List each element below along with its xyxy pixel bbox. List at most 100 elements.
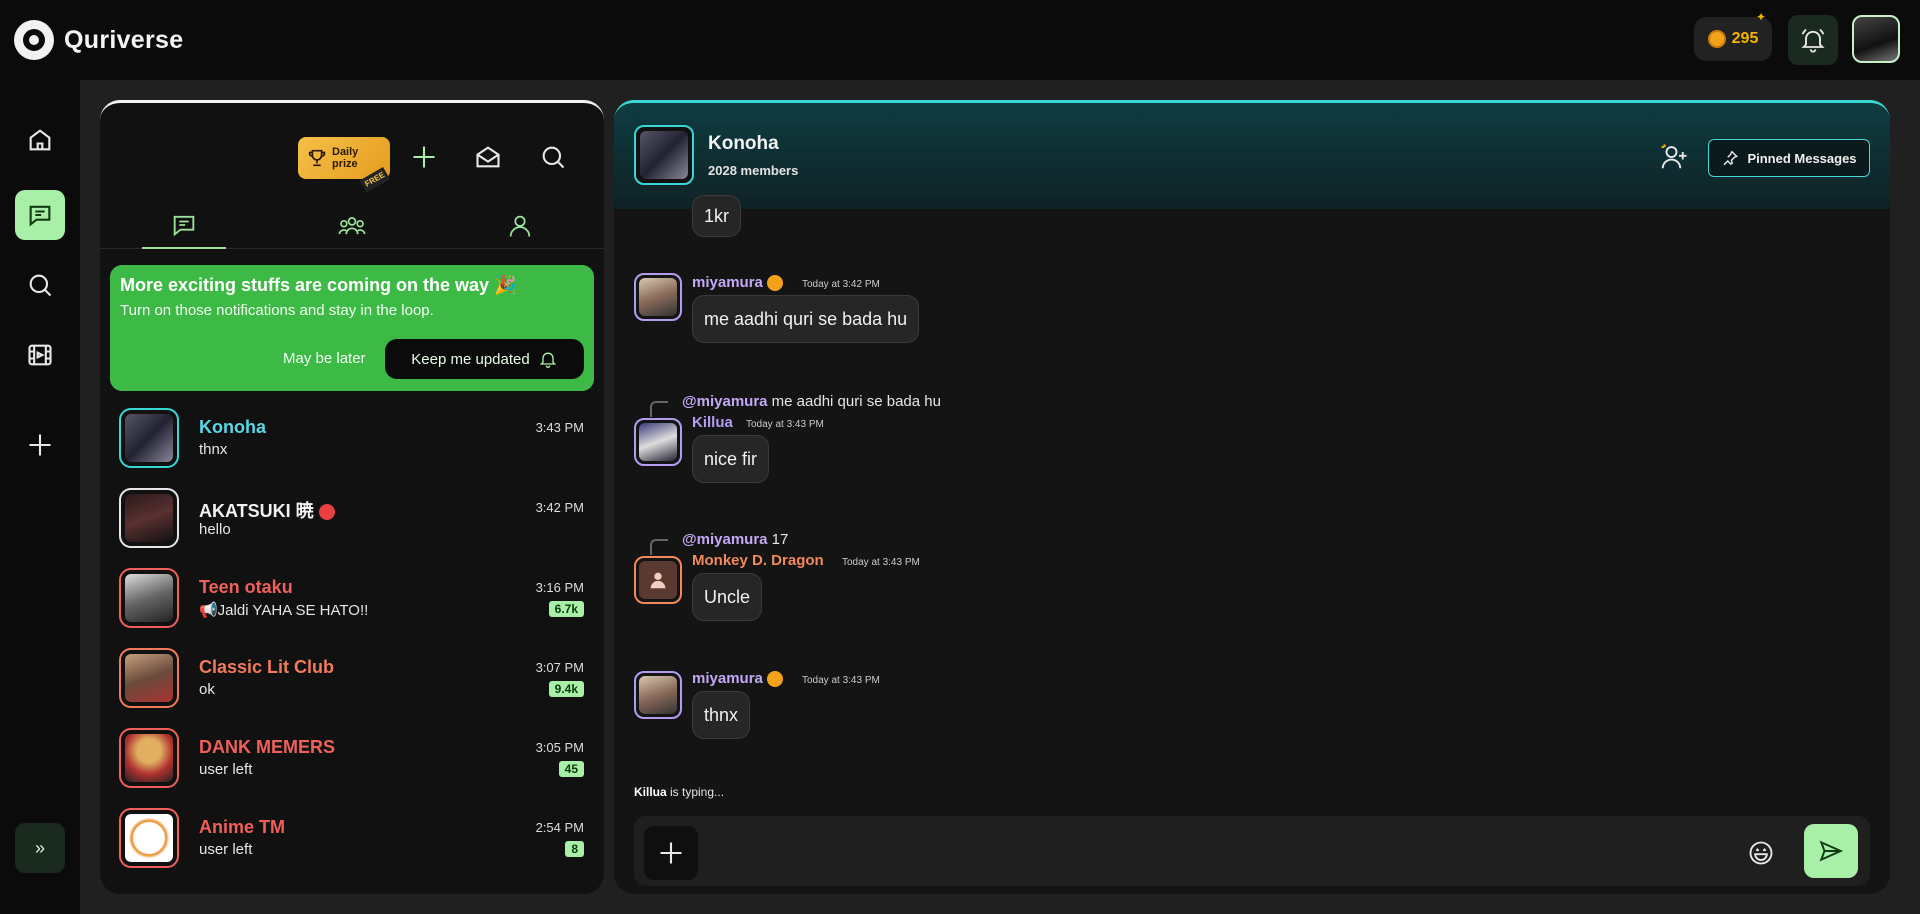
chat-time: 3:16 PM bbox=[535, 580, 584, 595]
left-nav-rail: » bbox=[0, 80, 80, 914]
unread-count-badge: 45 bbox=[558, 761, 584, 777]
message-username[interactable]: Monkey D. Dragon bbox=[692, 552, 824, 569]
emoji-button[interactable] bbox=[1746, 838, 1776, 868]
banner-subtitle: Turn on those notifications and stay in … bbox=[120, 302, 434, 319]
message-bubble: Uncle bbox=[692, 573, 763, 621]
pinned-messages-label: Pinned Messages bbox=[1747, 150, 1857, 166]
daily-prize-line2: prize bbox=[332, 158, 358, 170]
user-avatar[interactable] bbox=[634, 556, 682, 604]
chat-row-konoha[interactable]: Konoha thnx 3:43 PM bbox=[100, 399, 604, 479]
unread-count-badge: 6.7k bbox=[548, 601, 584, 617]
pin-icon bbox=[1723, 150, 1739, 166]
expand-sidebar-button[interactable]: » bbox=[15, 823, 65, 873]
chat-row-anime-tm[interactable]: Anime TM user left 2:54 PM 8 bbox=[100, 799, 604, 879]
inbox-button[interactable] bbox=[470, 139, 506, 175]
user-avatar[interactable] bbox=[634, 418, 682, 466]
chat-last-message: 📢Jaldi YAHA SE HATO!! bbox=[199, 602, 369, 619]
chat-row-classic-lit-club[interactable]: Classic Lit Club ok 3:07 PM 9.4k bbox=[100, 639, 604, 719]
chat-name: AKATSUKI 暁 bbox=[199, 497, 335, 523]
chat-row-dank-memers[interactable]: DANK MEMERS user left 3:05 PM 45 bbox=[100, 719, 604, 799]
coin-count: 295 bbox=[1731, 30, 1759, 47]
add-person-icon bbox=[1661, 144, 1687, 169]
chat-avatar bbox=[119, 488, 179, 548]
logo-icon bbox=[14, 20, 54, 60]
tab-people[interactable] bbox=[478, 203, 562, 249]
notifications-button[interactable] bbox=[1788, 15, 1838, 65]
message-username[interactable]: Killua bbox=[692, 414, 733, 431]
heart-eyes-emoji-icon bbox=[767, 275, 784, 292]
message-composer[interactable] bbox=[634, 816, 1870, 886]
free-tag: FREE bbox=[359, 166, 390, 193]
chat-last-message: thnx bbox=[199, 441, 228, 458]
group-title[interactable]: Konoha bbox=[708, 133, 779, 155]
reply-connector bbox=[650, 401, 668, 417]
chat-time: 3:42 PM bbox=[535, 500, 584, 515]
attach-button[interactable] bbox=[644, 826, 698, 880]
reply-connector bbox=[650, 539, 668, 555]
message-time: Today at 3:43 PM bbox=[842, 557, 920, 568]
pinned-messages-button[interactable]: Pinned Messages bbox=[1708, 139, 1870, 177]
emoji-icon bbox=[1749, 841, 1773, 865]
reply-preview[interactable]: @miyamura 17 bbox=[682, 531, 788, 548]
home-icon bbox=[29, 129, 51, 151]
chat-last-message: user left bbox=[199, 841, 253, 858]
chat-avatar bbox=[119, 408, 179, 468]
daily-prize-line1: Daily bbox=[332, 146, 359, 158]
home-button[interactable] bbox=[15, 115, 65, 165]
notification-banner: More exciting stuffs are coming on the w… bbox=[110, 265, 594, 391]
double-chevron-right-icon: » bbox=[34, 837, 45, 858]
user-avatar[interactable] bbox=[634, 671, 682, 719]
banner-title: More exciting stuffs are coming on the w… bbox=[120, 275, 517, 295]
search-button[interactable] bbox=[15, 260, 65, 310]
reply-preview[interactable]: @miyamura me aadhi quri se bada hu bbox=[682, 393, 941, 410]
top-bar: Quriverse 295 ✦ bbox=[0, 0, 1920, 80]
message-username[interactable]: miyamura bbox=[692, 670, 784, 688]
message-username[interactable]: miyamura bbox=[692, 274, 784, 292]
conversation-panel: Konoha 2028 members Pinned Messages 1kr … bbox=[614, 100, 1890, 894]
chat-name: Konoha bbox=[199, 417, 266, 437]
sparkle-icon: ✦ bbox=[1756, 10, 1767, 24]
new-chat-button[interactable] bbox=[406, 139, 442, 175]
chat-icon bbox=[173, 215, 195, 237]
maybe-later-button[interactable]: May be later bbox=[283, 350, 366, 367]
group-icon bbox=[338, 217, 366, 235]
app-name: Quriverse bbox=[64, 25, 184, 54]
send-button[interactable] bbox=[1804, 824, 1858, 878]
plus-icon bbox=[660, 842, 682, 864]
send-icon bbox=[1819, 840, 1844, 862]
chat-name: Teen otaku bbox=[199, 577, 293, 597]
message-time: Today at 3:42 PM bbox=[802, 279, 880, 290]
user-avatar[interactable] bbox=[634, 273, 682, 321]
plus-icon bbox=[413, 146, 435, 168]
daily-prize-button[interactable]: Daily prize FREE bbox=[298, 137, 390, 193]
coin-icon bbox=[1707, 30, 1726, 48]
chat-avatar bbox=[119, 648, 179, 708]
tab-chats[interactable] bbox=[142, 203, 226, 249]
create-button[interactable] bbox=[15, 420, 65, 470]
chat-time: 3:05 PM bbox=[535, 740, 584, 755]
tab-groups[interactable] bbox=[310, 203, 394, 249]
chat-last-message: hello bbox=[199, 521, 231, 538]
chat-name: Anime TM bbox=[199, 817, 286, 837]
search-icon bbox=[542, 146, 565, 169]
group-avatar[interactable] bbox=[634, 125, 694, 185]
chat-tabs bbox=[100, 203, 604, 249]
keep-me-updated-button[interactable]: Keep me updated bbox=[385, 339, 584, 379]
videos-button[interactable] bbox=[15, 330, 65, 380]
chat-avatar bbox=[119, 728, 179, 788]
chat-time: 2:54 PM bbox=[535, 820, 584, 835]
chat-name: Classic Lit Club bbox=[199, 657, 335, 677]
message-time: Today at 3:43 PM bbox=[802, 675, 880, 686]
profile-avatar[interactable] bbox=[1852, 15, 1900, 63]
conversation-header: Konoha 2028 members Pinned Messages bbox=[614, 103, 1890, 209]
app-logo[interactable]: Quriverse bbox=[14, 20, 183, 60]
chat-row-akatsuki[interactable]: AKATSUKI 暁 hello 3:42 PM bbox=[100, 479, 604, 559]
message-bubble: 1kr bbox=[692, 195, 742, 237]
chat-list-panel: Daily prize FREE More exciting stuffs ar… bbox=[100, 100, 604, 894]
search-chats-button[interactable] bbox=[535, 139, 571, 175]
add-member-button[interactable] bbox=[1656, 139, 1692, 175]
chats-button[interactable] bbox=[15, 190, 65, 240]
chat-row-teen-otaku[interactable]: Teen otaku 📢Jaldi YAHA SE HATO!! 3:16 PM… bbox=[100, 559, 604, 639]
chat-avatar bbox=[119, 568, 179, 628]
message-time: Today at 3:43 PM bbox=[746, 419, 824, 430]
